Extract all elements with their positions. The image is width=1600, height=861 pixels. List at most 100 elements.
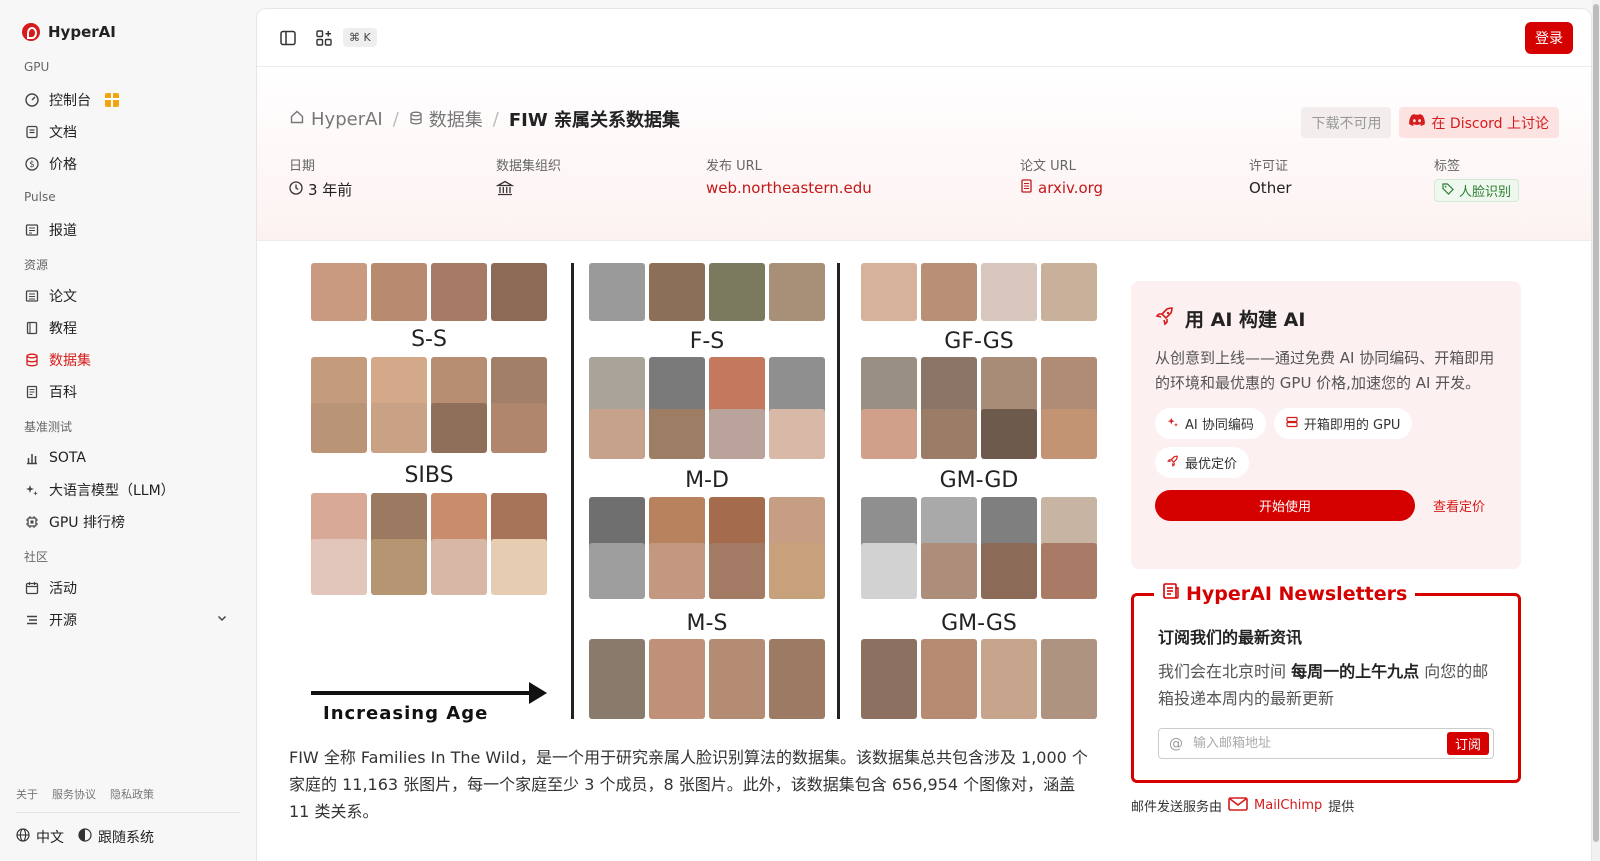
release-url-link[interactable]: web.northeastern.edu (706, 179, 872, 197)
sidebar-item-tutorials[interactable]: 教程 (16, 312, 240, 344)
sidebar-item-llm[interactable]: 大语言模型（LLM） (16, 474, 240, 506)
svg-text:$: $ (29, 160, 34, 170)
relation-label-gfgs: GF-GS (944, 329, 1014, 354)
privacy-link[interactable]: 隐私政策 (110, 786, 154, 802)
face-image (431, 539, 487, 595)
face-row (311, 403, 547, 453)
document-icon (25, 125, 39, 139)
meta-paper-label: 论文 URL (1020, 159, 1076, 174)
figure-panel-left: S-S SIBS Increasing Age (289, 263, 569, 724)
meta-tags-label: 标签 (1434, 159, 1461, 174)
theme-icon (78, 828, 92, 846)
tag-face-recognition[interactable]: 人脸识别 (1434, 179, 1520, 202)
brand[interactable]: HyperAI (16, 18, 240, 46)
sidebar-item-news[interactable]: 报道 (16, 214, 240, 246)
sidebar-item-gpu-leaderboard[interactable]: GPU 排行榜 (16, 506, 240, 538)
sidebar-item-opensource[interactable]: 开源 (16, 604, 240, 636)
subscribe-button[interactable]: 订阅 (1446, 732, 1489, 755)
home-icon (289, 109, 305, 130)
mail-icon (1228, 796, 1248, 815)
clock-icon (289, 180, 303, 199)
login-button[interactable]: 登录 (1525, 21, 1573, 54)
sidebar-item-wiki[interactable]: 百科 (16, 376, 240, 408)
sidebar-item-label: 文档 (49, 125, 77, 141)
face-image (649, 639, 705, 719)
face-row (861, 639, 1097, 719)
theme-label: 跟随系统 (98, 830, 154, 846)
about-link[interactable]: 关于 (16, 786, 38, 802)
sidebar-item-label: 报道 (49, 223, 77, 239)
breadcrumb-home[interactable]: HyperAI (289, 109, 383, 130)
chevron-down-icon[interactable] (216, 612, 228, 628)
sidebar-item-docs[interactable]: 文档 (16, 116, 240, 148)
section-label-community: 社区 (24, 550, 49, 564)
breadcrumb-separator: / (492, 108, 499, 130)
discord-label: 在 Discord 上讨论 (1431, 115, 1549, 132)
sidebar-item-label: 论文 (49, 289, 77, 305)
face-image (649, 263, 705, 321)
age-arrow (311, 682, 547, 704)
meta-license-label: 许可证 (1249, 159, 1289, 174)
breadcrumb-datasets[interactable]: 数据集 (409, 106, 483, 132)
language-switcher[interactable]: 中文 (16, 827, 64, 847)
bar-chart-icon (25, 451, 39, 465)
face-image (709, 409, 765, 459)
newsletter-box: HyperAI Newsletters 订阅我们的最新资讯 我们会在北京时间 每… (1131, 582, 1521, 783)
sidebar-item-label: 百科 (49, 385, 77, 401)
dollar-icon: $ (25, 157, 39, 171)
view-pricing-link[interactable]: 查看定价 (1433, 496, 1485, 515)
figure-divider (837, 263, 840, 719)
sidebar-toggle-icon[interactable] (275, 25, 301, 51)
paper-url-link[interactable]: arxiv.org (1020, 179, 1103, 197)
sparkle-icon (25, 483, 39, 497)
relation-label-sibs: SIBS (404, 463, 454, 488)
face-row (311, 263, 547, 321)
command-shortcut[interactable]: ⌘ K (343, 28, 377, 47)
face-image (709, 639, 765, 719)
face-image (981, 639, 1037, 719)
dataset-figure: S-S SIBS Increasing Age F-S M-D M-S GF-G… (289, 263, 1098, 724)
sidebar-item-label: 教程 (49, 321, 77, 337)
sidebar-item-pricing[interactable]: $ 价格 (16, 148, 240, 180)
discord-button[interactable]: 在 Discord 上讨论 (1399, 107, 1559, 138)
gauge-icon (25, 93, 39, 107)
newspaper-icon (25, 223, 39, 237)
header-actions: 下载不可用 在 Discord 上讨论 (1301, 107, 1559, 138)
figure-panel-right: GF-GS GM-GD GM-GS (845, 263, 1098, 719)
apps-grid-icon[interactable] (311, 25, 337, 51)
face-row (589, 639, 825, 719)
face-image (311, 539, 367, 595)
theme-switcher[interactable]: 跟随系统 (78, 827, 154, 847)
sidebar-item-sota[interactable]: SOTA (16, 442, 240, 474)
document-icon (1020, 179, 1033, 197)
sidebar-item-datasets[interactable]: 数据集 (16, 344, 240, 376)
sparkle-icon (1167, 416, 1179, 432)
gift-icon (105, 93, 119, 107)
mailchimp-link[interactable]: MailChimp (1254, 798, 1322, 813)
relation-label-ms: M-S (686, 611, 728, 636)
sidebar-item-console[interactable]: 控制台 (16, 84, 240, 116)
face-image (1041, 409, 1097, 459)
chip-ai-coding[interactable]: AI 协同编码 (1155, 408, 1266, 439)
email-input[interactable] (1193, 736, 1437, 751)
terms-link[interactable]: 服务协议 (52, 786, 96, 802)
page-scrollbar[interactable] (1592, 0, 1600, 861)
sidebar-item-papers[interactable]: 论文 (16, 280, 240, 312)
calendar-icon (25, 581, 39, 595)
figure-divider (571, 263, 574, 719)
sidebar-item-label: 活动 (49, 581, 77, 597)
face-row (861, 409, 1097, 459)
discord-icon (1409, 114, 1426, 131)
face-image (589, 409, 645, 459)
face-image (431, 263, 487, 321)
scrollbar-thumb[interactable] (1593, 4, 1599, 842)
start-button[interactable]: 开始使用 (1155, 490, 1415, 521)
sidebar-item-label: 大语言模型（LLM） (49, 483, 175, 499)
wiki-icon (25, 385, 39, 399)
mail-service-note: 邮件发送服务由 MailChimp 提供 (1131, 796, 1354, 815)
face-image (981, 263, 1037, 321)
chip-gpu[interactable]: 开箱即用的 GPU (1273, 408, 1413, 439)
sidebar-item-events[interactable]: 活动 (16, 572, 240, 604)
download-button[interactable]: 下载不可用 (1301, 107, 1392, 138)
chip-pricing[interactable]: 最优定价 (1155, 447, 1250, 478)
